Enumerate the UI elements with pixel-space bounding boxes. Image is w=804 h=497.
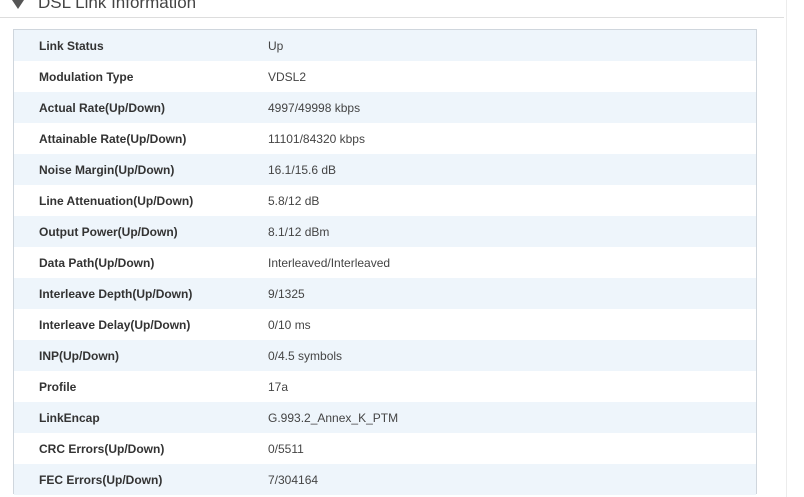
table-row: Data Path(Up/Down) Interleaved/Interleav… (14, 247, 756, 278)
row-label: FEC Errors(Up/Down) (39, 472, 163, 487)
row-value: 17a (268, 379, 289, 394)
table-row: FEC Errors(Up/Down) 7/304164 (14, 464, 756, 495)
row-label: Data Path(Up/Down) (39, 255, 155, 270)
table-row: Modulation Type VDSL2 (14, 61, 756, 92)
row-value: 7/304164 (268, 472, 319, 487)
section-header[interactable]: DSL Link Information (12, 0, 196, 14)
table-row: Attainable Rate(Up/Down) 11101/84320 kbp… (14, 123, 756, 154)
table-row: Line Attenuation(Up/Down) 5.8/12 dB (14, 185, 756, 216)
table-row: INP(Up/Down) 0/4.5 symbols (14, 340, 756, 371)
row-value: VDSL2 (268, 69, 307, 84)
row-value: 4997/49998 kbps (268, 100, 361, 115)
dsl-info-table: Link Status Up Modulation Type VDSL2 Act… (13, 29, 757, 495)
row-label: LinkEncap (39, 410, 100, 425)
row-label: Actual Rate(Up/Down) (39, 100, 165, 115)
scrollbar-track[interactable] (786, 0, 787, 497)
row-value: G.993.2_Annex_K_PTM (268, 410, 399, 425)
row-value: 9/1325 (268, 286, 305, 301)
section-title: DSL Link Information (38, 0, 197, 12)
collapse-arrow-icon[interactable] (12, 0, 24, 9)
row-value: 5.8/12 dB (268, 193, 320, 208)
row-label: Modulation Type (39, 69, 134, 84)
row-value: 16.1/15.6 dB (268, 162, 337, 177)
row-label: Link Status (39, 38, 104, 53)
row-value: 0/4.5 symbols (268, 348, 343, 363)
row-label: Interleave Delay(Up/Down) (39, 317, 191, 332)
row-label: Attainable Rate(Up/Down) (39, 131, 187, 146)
row-label: INP(Up/Down) (39, 348, 119, 363)
table-row: Noise Margin(Up/Down) 16.1/15.6 dB (14, 154, 756, 185)
row-label: Profile (39, 379, 77, 394)
table-row: Actual Rate(Up/Down) 4997/49998 kbps (14, 92, 756, 123)
row-label: Output Power(Up/Down) (39, 224, 178, 239)
row-value: 11101/84320 kbps (268, 131, 365, 146)
row-value: 8.1/12 dBm (268, 224, 330, 239)
row-label: Noise Margin(Up/Down) (39, 162, 175, 177)
row-value: Interleaved/Interleaved (268, 255, 391, 270)
table-row: Interleave Depth(Up/Down) 9/1325 (14, 278, 756, 309)
row-label: CRC Errors(Up/Down) (39, 441, 165, 456)
row-value: Up (268, 38, 284, 53)
table-row: Interleave Delay(Up/Down) 0/10 ms (14, 309, 756, 340)
row-value: 0/10 ms (268, 317, 311, 332)
row-label: Interleave Depth(Up/Down) (39, 286, 193, 301)
table-row: LinkEncap G.993.2_Annex_K_PTM (14, 402, 756, 433)
table-row: Profile 17a (14, 371, 756, 402)
row-value: 0/5511 (268, 441, 304, 456)
table-row: Output Power(Up/Down) 8.1/12 dBm (14, 216, 756, 247)
row-label: Line Attenuation(Up/Down) (39, 193, 194, 208)
table-row: Link Status Up (14, 30, 756, 61)
section-divider (0, 17, 784, 18)
table-row: CRC Errors(Up/Down) 0/5511 (14, 433, 756, 464)
